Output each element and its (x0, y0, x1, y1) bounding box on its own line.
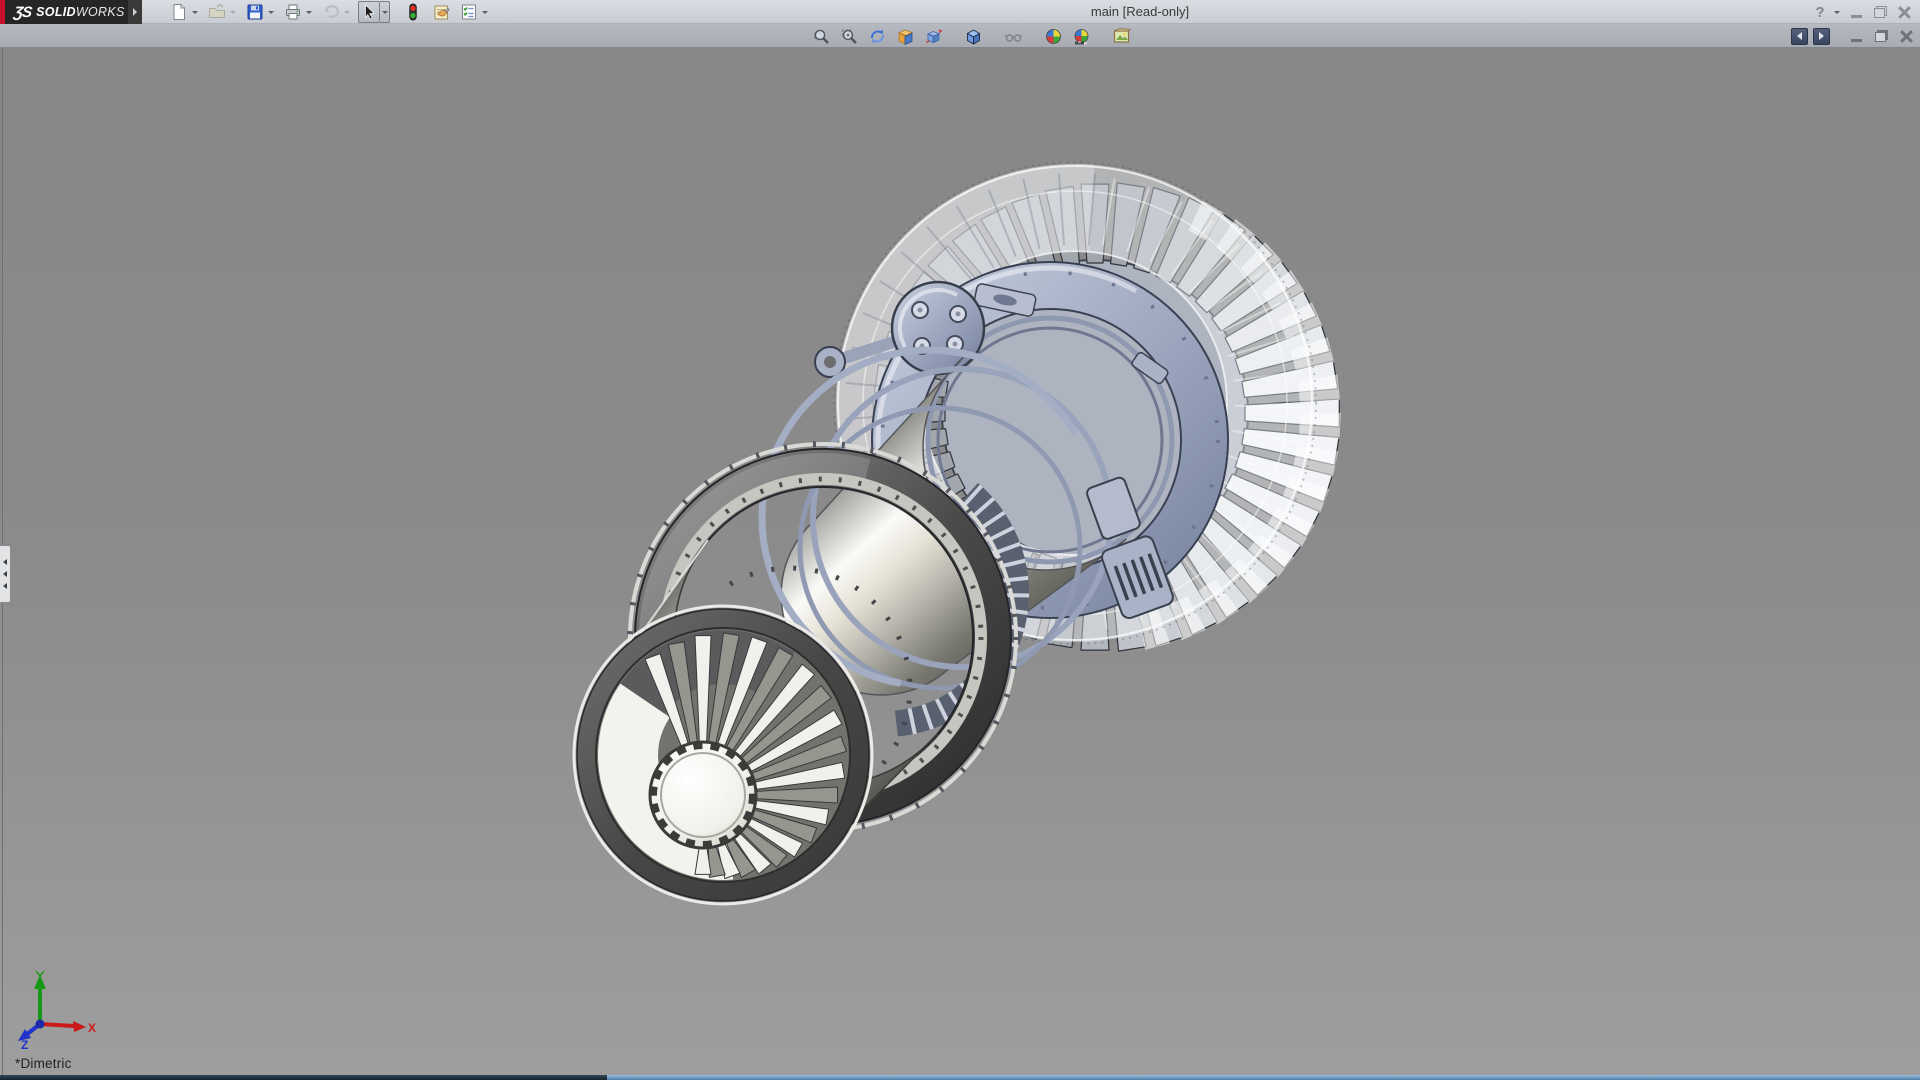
view-toolbar (810, 25, 1132, 47)
rebuild-icon[interactable] (402, 1, 424, 23)
apply-scene-icon[interactable] (1110, 25, 1132, 47)
zoom-to-area-icon[interactable] (838, 25, 860, 47)
doc-minimize-button[interactable] (1846, 26, 1866, 46)
menu-expand-tab[interactable] (128, 0, 142, 24)
doc-restore-button[interactable] (1871, 26, 1891, 46)
realview-icon[interactable] (1042, 25, 1064, 47)
triad-x-label: X (88, 1021, 96, 1035)
view-orientation-icon[interactable] (894, 25, 916, 47)
rotate-view-icon[interactable] (866, 25, 888, 47)
collapse-arrow-icon (3, 583, 7, 589)
open-icon[interactable] (206, 1, 228, 23)
help-dropdown[interactable] (1832, 1, 1842, 23)
triad-z-label: Z (21, 1038, 28, 1049)
collapse-arrow-icon (3, 571, 7, 577)
titlebar: ƷS SOLIDWORKS (0, 0, 1920, 24)
previous-view-button[interactable] (1791, 28, 1808, 45)
shadows-icon[interactable] (1070, 25, 1092, 47)
next-view-button[interactable] (1813, 28, 1830, 45)
options-icon[interactable] (458, 1, 480, 23)
standard-views-icon[interactable] (922, 25, 944, 47)
logo-text-bold: SOLID (36, 5, 76, 19)
taskbar-segment-dark (0, 1075, 607, 1080)
app-minimize-button[interactable] (1846, 2, 1866, 22)
view-toolbar-row (0, 24, 1920, 48)
app-restore-button[interactable] (1870, 2, 1890, 22)
save-dropdown[interactable] (266, 1, 276, 23)
print-icon[interactable] (282, 1, 304, 23)
collapse-arrow-icon (3, 559, 7, 565)
logo-text-light: WORKS (76, 5, 125, 19)
taskbar-edge (0, 1075, 1920, 1080)
print-dropdown[interactable] (304, 1, 314, 23)
engine-model[interactable] (0, 48, 1920, 1075)
standard-toolbar (168, 1, 490, 23)
open-dropdown[interactable] (228, 1, 238, 23)
app-close-button[interactable] (1894, 2, 1914, 22)
feature-manager-collapsed-tab[interactable] (0, 545, 11, 603)
select-tool-dropdown[interactable] (380, 1, 390, 23)
taskbar-segment-blue (607, 1075, 1920, 1080)
doc-close-button[interactable] (1896, 26, 1916, 46)
graphics-viewport[interactable]: X Y Z *Dimetric (0, 48, 1920, 1075)
logo-glyph: ƷS (13, 4, 33, 21)
new-document-dropdown[interactable] (190, 1, 200, 23)
document-window-controls (1791, 24, 1916, 48)
window-title: main [Read-only] (1091, 4, 1189, 19)
solidworks-logo: ƷS SOLIDWORKS (0, 0, 128, 24)
undo-dropdown[interactable] (342, 1, 352, 23)
display-style-icon[interactable] (962, 25, 984, 47)
view-orientation-label: *Dimetric (15, 1056, 72, 1071)
select-tool-icon[interactable] (358, 1, 380, 23)
zoom-to-fit-icon[interactable] (810, 25, 832, 47)
options-dropdown[interactable] (480, 1, 490, 23)
file-properties-icon[interactable] (430, 1, 452, 23)
new-document-icon[interactable] (168, 1, 190, 23)
view-settings-icon[interactable] (1002, 25, 1024, 47)
reference-triad: X Y Z (8, 969, 98, 1049)
save-icon[interactable] (244, 1, 266, 23)
titlebar-controls: ? (1812, 0, 1914, 24)
menu-expand-arrow-icon (133, 8, 137, 16)
undo-icon[interactable] (320, 1, 342, 23)
help-icon[interactable]: ? (1812, 4, 1828, 21)
logo-red-stripe (0, 0, 5, 24)
